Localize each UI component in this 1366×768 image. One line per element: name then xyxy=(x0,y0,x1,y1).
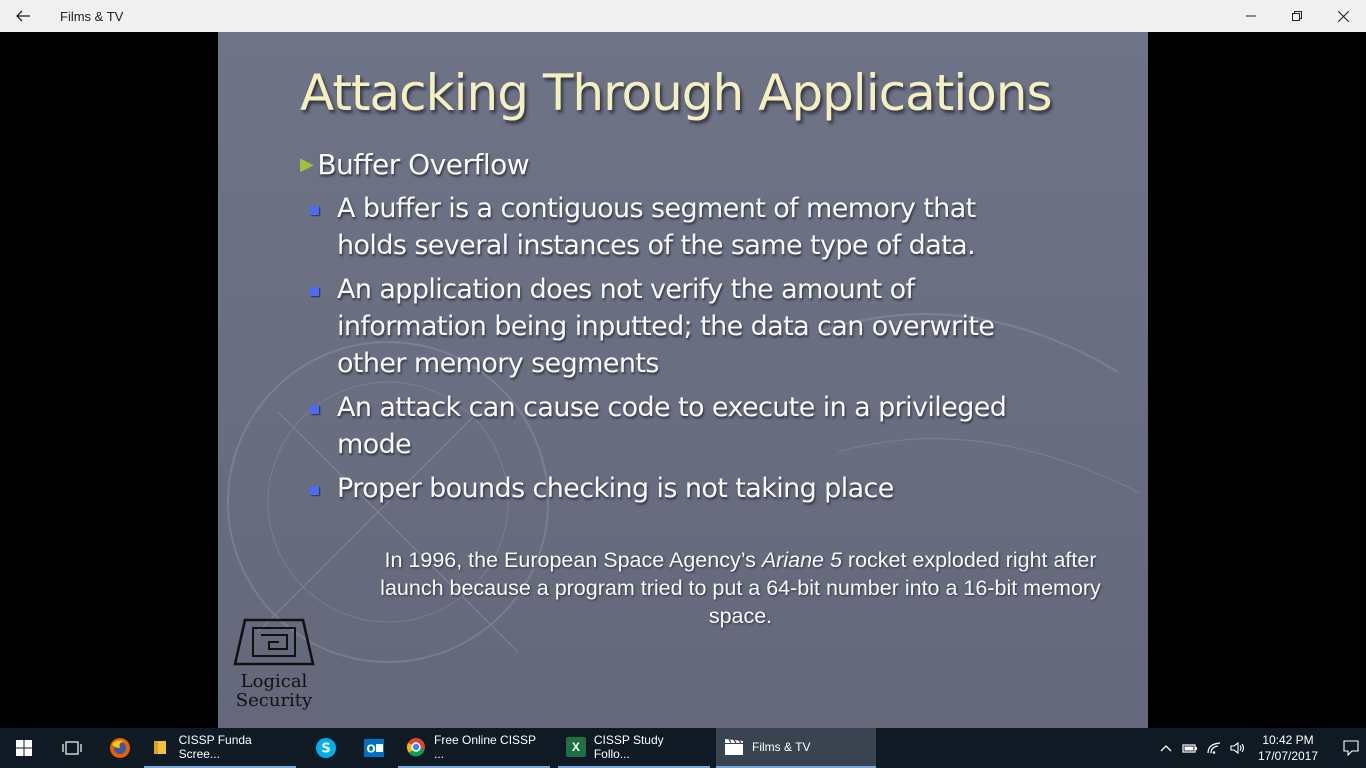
skype-taskbar-button[interactable]: S xyxy=(302,728,350,768)
close-button[interactable] xyxy=(1320,0,1366,32)
windows-logo-icon xyxy=(16,740,32,756)
minimize-button[interactable] xyxy=(1228,0,1274,32)
svg-text:S: S xyxy=(321,742,330,757)
slide: Attacking Through Applications ▶ Buffer … xyxy=(218,32,1148,728)
note-text-start: In 1996, the European Space Agency’s xyxy=(384,548,762,572)
triangle-bullet-icon: ▶ xyxy=(300,154,314,175)
svg-text:O: O xyxy=(366,743,375,756)
folder-icon xyxy=(152,737,171,757)
task-view-button[interactable] xyxy=(48,728,96,768)
taskbar: CISSP Funda Scree... S O Free Online CIS… xyxy=(0,728,1366,768)
back-button[interactable] xyxy=(0,0,46,32)
slide-note: In 1996, the European Space Agency’s Ari… xyxy=(358,546,1123,630)
taskbar-app-excel[interactable]: X CISSP Study Follo... xyxy=(558,728,710,768)
taskbar-app-label: Free Online CISSP ... xyxy=(434,733,536,761)
outlook-taskbar-button[interactable]: O xyxy=(350,728,398,768)
taskbar-app-films-tv[interactable]: Films & TV xyxy=(716,728,876,768)
bullet-text: Proper bounds checking is not taking pla… xyxy=(337,473,894,504)
bullet-item: Proper bounds checking is not taking pla… xyxy=(310,470,1050,507)
taskbar-app-chrome[interactable]: Free Online CISSP ... xyxy=(398,728,550,768)
clock-time: 10:42 PM xyxy=(1262,733,1314,747)
logical-security-logo: Logical Security xyxy=(232,618,316,710)
slide-heading: ▶ Buffer Overflow xyxy=(300,148,530,181)
bullet-text: A buffer is a contiguous segment of memo… xyxy=(337,193,976,261)
window-title: Films & TV xyxy=(60,8,124,24)
speaker-icon xyxy=(1230,741,1245,755)
restore-icon xyxy=(1292,11,1302,21)
task-view-icon xyxy=(62,741,82,755)
clock[interactable]: 10:42 PM 17/07/2017 xyxy=(1250,732,1326,764)
note-text-emphasis: Ariane 5 xyxy=(761,548,842,572)
start-button[interactable] xyxy=(0,728,48,768)
window-controls xyxy=(1228,0,1366,32)
wifi-icon xyxy=(1207,742,1221,754)
heading-text: Buffer Overflow xyxy=(317,148,530,181)
bullet-list: A buffer is a contiguous segment of memo… xyxy=(310,190,1050,514)
square-bullet-icon xyxy=(310,486,319,495)
logo-emblem-icon xyxy=(233,618,315,666)
minimize-icon xyxy=(1246,15,1256,17)
bullet-item: A buffer is a contiguous segment of memo… xyxy=(310,190,1050,264)
system-tray: 10:42 PM 17/07/2017 xyxy=(1154,728,1366,768)
taskbar-app-label: CISSP Funda Scree... xyxy=(178,733,252,761)
close-icon xyxy=(1337,10,1349,22)
bullet-text: An application does not verify the amoun… xyxy=(337,274,995,379)
chrome-icon xyxy=(406,737,426,757)
firefox-icon xyxy=(110,738,130,758)
excel-icon: X xyxy=(566,737,586,757)
action-center-button[interactable] xyxy=(1336,728,1366,768)
taskbar-app-label: Films & TV xyxy=(752,740,811,754)
logo-text-line1: Logical xyxy=(240,671,308,692)
square-bullet-icon xyxy=(310,405,319,414)
title-bar: Films & TV xyxy=(0,0,1366,32)
outlook-icon: O xyxy=(364,739,384,757)
taskbar-app-label: CISSP Study Follo... xyxy=(593,733,664,761)
skype-icon: S xyxy=(316,738,336,758)
square-bullet-icon xyxy=(310,287,319,296)
slide-title: Attacking Through Applications xyxy=(300,64,1053,122)
taskbar-app-explorer[interactable]: CISSP Funda Scree... xyxy=(144,728,296,768)
battery-status[interactable] xyxy=(1178,728,1202,768)
square-bullet-icon xyxy=(310,206,319,215)
bullet-item: An application does not verify the amoun… xyxy=(310,271,1050,382)
logo-text-line2: Security xyxy=(235,690,313,711)
firefox-taskbar-button[interactable] xyxy=(96,728,144,768)
chevron-up-icon xyxy=(1160,745,1172,752)
show-hidden-icons-button[interactable] xyxy=(1154,728,1178,768)
restore-button[interactable] xyxy=(1274,0,1320,32)
volume-control[interactable] xyxy=(1226,728,1250,768)
video-player[interactable]: Attacking Through Applications ▶ Buffer … xyxy=(0,32,1366,728)
notification-icon xyxy=(1343,740,1359,756)
battery-icon xyxy=(1182,744,1197,753)
clock-date: 17/07/2017 xyxy=(1257,749,1319,763)
bullet-text: An attack can cause code to execute in a… xyxy=(337,392,1007,460)
back-arrow-icon xyxy=(16,10,30,22)
bullet-item: An attack can cause code to execute in a… xyxy=(310,389,1050,463)
films-tv-icon xyxy=(724,737,744,757)
network-status[interactable] xyxy=(1202,728,1226,768)
